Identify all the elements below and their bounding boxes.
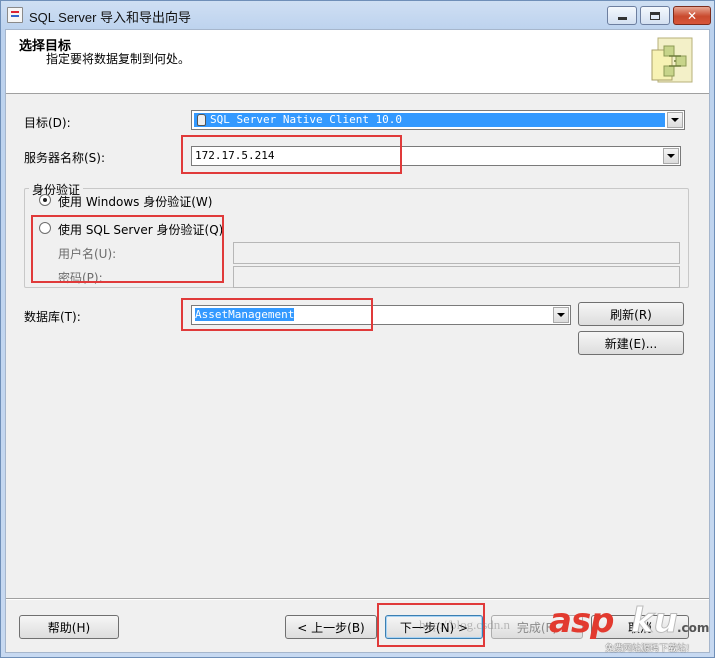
server-label: 服务器名称(S): xyxy=(24,151,106,165)
annotation-server-box xyxy=(181,135,402,174)
footer-separator xyxy=(6,598,709,600)
wizard-header: 选择目标 指定要将数据复制到何处。 xyxy=(6,30,709,94)
destination-combo[interactable]: SQL Server Native Client 10.0 xyxy=(191,110,685,130)
annotation-database-box xyxy=(181,298,373,331)
back-button[interactable]: < 上一步(B) xyxy=(285,615,377,639)
minimize-button[interactable] xyxy=(607,6,637,25)
maximize-icon xyxy=(650,11,660,20)
watermark-com: .com xyxy=(677,621,710,635)
new-database-button[interactable]: 新建(E)... xyxy=(578,331,684,355)
site-watermark: asp ku .com 免费网站源码下载站! xyxy=(549,601,710,655)
close-icon: ✕ xyxy=(686,8,698,23)
title-bar[interactable]: SQL Server 导入和导出向导 ✕ xyxy=(1,1,714,29)
close-button[interactable]: ✕ xyxy=(673,6,711,25)
refresh-button[interactable]: 刷新(R) xyxy=(578,302,684,326)
minimize-icon xyxy=(617,16,627,20)
windows-auth-label[interactable]: 使用 Windows 身份验证(W) xyxy=(58,193,212,210)
page-subtitle: 指定要将数据复制到何处。 xyxy=(46,52,191,66)
wizard-graphic-icon xyxy=(651,37,693,83)
maximize-button[interactable] xyxy=(640,6,670,25)
chevron-down-icon[interactable] xyxy=(667,112,683,128)
username-field[interactable] xyxy=(233,242,680,264)
watermark-asp: asp xyxy=(549,601,615,641)
faint-url-watermark: http://blog.csdn.n xyxy=(419,617,510,632)
app-icon xyxy=(7,7,23,23)
help-button[interactable]: 帮助(H) xyxy=(19,615,119,639)
destination-value: SQL Server Native Client 10.0 xyxy=(210,113,403,126)
chevron-down-icon[interactable] xyxy=(663,148,679,164)
annotation-sql-auth-box xyxy=(31,215,224,283)
client-area: 选择目标 指定要将数据复制到何处。 目标(D): SQL Server Nati… xyxy=(5,29,710,653)
data-source-icon xyxy=(197,114,206,126)
password-field[interactable] xyxy=(233,266,680,288)
destination-label: 目标(D): xyxy=(24,116,71,130)
wizard-window: SQL Server 导入和导出向导 ✕ 选择目标 指定要将数据复制到何处。 目… xyxy=(0,0,715,658)
chevron-down-icon[interactable] xyxy=(553,307,569,323)
windows-auth-radio[interactable] xyxy=(39,194,51,206)
window-title: SQL Server 导入和导出向导 xyxy=(29,10,192,25)
watermark-ku: ku xyxy=(631,601,679,642)
watermark-tagline: 免费网站源码下载站! xyxy=(605,644,690,654)
database-label: 数据库(T): xyxy=(24,310,81,324)
